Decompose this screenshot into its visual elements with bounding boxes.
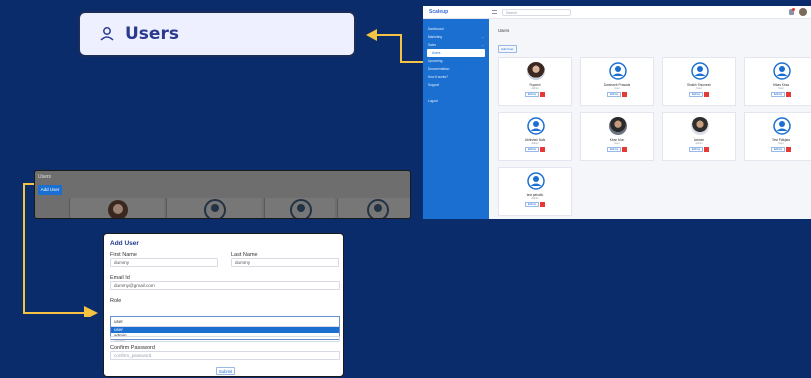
user-role: Admin bbox=[531, 142, 539, 145]
edit-button[interactable]: Edit/Ap bbox=[770, 147, 786, 152]
last-name-field[interactable]: dummy bbox=[231, 258, 339, 267]
user-icon bbox=[609, 62, 627, 80]
chevron-down-icon: ⌄ bbox=[481, 35, 484, 39]
form-title: Add User bbox=[110, 240, 139, 247]
user-icon bbox=[691, 62, 709, 80]
user-card: Kiran Mon User Edit/Ap bbox=[580, 112, 654, 161]
user-icon bbox=[527, 172, 545, 190]
edit-button[interactable]: Edit/Ap bbox=[524, 92, 540, 97]
sidebar-item-marketing[interactable]: Marketing ⌄ bbox=[423, 33, 489, 41]
email-field[interactable]: dummy@gmail.com bbox=[110, 281, 340, 290]
sidebar-item-label: Documentation bbox=[428, 67, 450, 71]
callout-label: Users bbox=[125, 24, 179, 44]
notification-bell-icon[interactable] bbox=[789, 8, 795, 15]
sidebar-item-documentation[interactable]: Documentation bbox=[423, 65, 489, 73]
user-icon bbox=[773, 117, 791, 135]
edit-button[interactable]: Edit/Ap bbox=[606, 147, 622, 152]
sidebar: Dashboard Marketing ⌄ Sales ⌄ Users Upcoming Do… bbox=[423, 19, 489, 219]
delete-icon[interactable] bbox=[540, 147, 546, 152]
sidebar-item-label: Sales bbox=[428, 43, 436, 47]
user-card: Rupesh Admin Edit/Ap bbox=[498, 57, 572, 106]
delete-icon[interactable] bbox=[786, 147, 792, 152]
user-icon bbox=[773, 62, 791, 80]
edit-button[interactable]: Edit/Ap bbox=[606, 92, 622, 97]
avatar-photo bbox=[691, 117, 709, 135]
users-page-screenshot: Scaleup Search Dashboard Marketing ⌄ Sales ⌄… bbox=[423, 6, 811, 219]
sidebar-item-how-it-works[interactable]: How it works? bbox=[423, 73, 489, 81]
user-role: User bbox=[614, 142, 620, 145]
sidebar-item-support[interactable]: Support bbox=[423, 81, 489, 89]
sidebar-item-label: Users bbox=[432, 51, 441, 55]
delete-icon[interactable] bbox=[540, 92, 546, 97]
sidebar-item-upcoming[interactable]: Upcoming bbox=[423, 57, 489, 65]
sidebar-item-label: Dashboard bbox=[428, 27, 444, 31]
arrow-to-callout bbox=[366, 29, 426, 63]
password-field[interactable]: •••••••• bbox=[110, 336, 340, 342]
search-input[interactable]: Search bbox=[502, 9, 571, 16]
users-callout: Users bbox=[78, 11, 356, 57]
user-card: test pahalto Admin Edit/Ap bbox=[498, 167, 572, 216]
user-icon bbox=[367, 199, 389, 218]
delete-icon[interactable] bbox=[704, 147, 710, 152]
delete-icon[interactable] bbox=[786, 92, 792, 97]
user-role: User bbox=[778, 142, 784, 145]
delete-icon[interactable] bbox=[540, 202, 546, 207]
user-icon bbox=[290, 199, 312, 218]
user-card: Ashwin Admin Edit/Ap bbox=[662, 112, 736, 161]
user-role: User bbox=[614, 87, 620, 90]
arrow-to-form bbox=[23, 183, 98, 317]
strip-card bbox=[264, 198, 335, 218]
avatar-photo bbox=[527, 62, 545, 80]
strip-title: Users bbox=[38, 174, 52, 180]
page-title: Users bbox=[498, 28, 510, 33]
edit-button[interactable]: Edit/Ap bbox=[688, 92, 704, 97]
first-name-field[interactable]: dummy bbox=[110, 258, 218, 267]
app-logo: Scaleup bbox=[429, 9, 449, 15]
chevron-down-icon: ⌄ bbox=[481, 43, 484, 47]
user-role: Admin bbox=[531, 197, 539, 200]
confirm-password-field[interactable]: confirm_password bbox=[110, 351, 340, 360]
edit-button[interactable]: Edit/Ap bbox=[688, 147, 704, 152]
role-label: Role bbox=[110, 298, 122, 304]
sidebar-item-label: Marketing bbox=[428, 35, 442, 39]
sidebar-item-label: Upcoming bbox=[428, 59, 443, 63]
user-card: Test Palkjala User Edit/Ap bbox=[744, 112, 811, 161]
sidebar-item-label: How it works? bbox=[428, 75, 448, 79]
user-icon bbox=[204, 199, 226, 218]
user-icon bbox=[527, 117, 545, 135]
edit-button[interactable]: Edit/Ap bbox=[524, 202, 540, 207]
user-avatar[interactable] bbox=[799, 8, 807, 16]
add-user-button[interactable]: Add User bbox=[498, 45, 517, 53]
user-card: Shaikh Shumesh User Edit/Ap bbox=[662, 57, 736, 106]
sidebar-item-sales[interactable]: Sales ⌄ bbox=[423, 41, 489, 49]
user-card: Hikas Kirsa User Edit/Ap bbox=[744, 57, 811, 106]
edit-button[interactable]: Edit/Ap bbox=[524, 147, 540, 152]
hamburger-icon[interactable] bbox=[492, 10, 497, 14]
user-card: Abhishek Naik Admin Edit/Ap bbox=[498, 112, 572, 161]
strip-card bbox=[337, 198, 410, 218]
avatar-photo-icon bbox=[108, 200, 128, 218]
top-bar: Scaleup Search bbox=[423, 6, 811, 19]
sidebar-item-logout[interactable]: Logout bbox=[423, 97, 489, 105]
sidebar-item-label: Support bbox=[428, 83, 440, 87]
delete-icon[interactable] bbox=[704, 92, 710, 97]
sidebar-item-users[interactable]: Users bbox=[427, 49, 485, 57]
strip-card bbox=[166, 198, 262, 218]
avatar-photo bbox=[609, 117, 627, 135]
user-card: Darshanb Prasads User Edit/Ap bbox=[580, 57, 654, 106]
sidebar-item-label: Logout bbox=[428, 99, 438, 103]
add-user-form: Add User First Name dummy Last Name dumm… bbox=[103, 233, 344, 377]
user-role: Admin bbox=[531, 87, 539, 90]
edit-button[interactable]: Edit/Ap bbox=[770, 92, 786, 97]
user-role: User bbox=[778, 87, 784, 90]
user-role: Admin bbox=[695, 142, 703, 145]
main-content: Users Add User Rupesh Admin Edit/Ap Darshan… bbox=[489, 19, 811, 219]
role-selected-value[interactable]: user bbox=[111, 317, 339, 327]
submit-button[interactable]: Submit bbox=[216, 367, 235, 375]
delete-icon[interactable] bbox=[622, 147, 628, 152]
sidebar-item-dashboard[interactable]: Dashboard bbox=[423, 25, 489, 33]
user-role: User bbox=[696, 87, 702, 90]
user-icon bbox=[100, 27, 114, 41]
delete-icon[interactable] bbox=[622, 92, 628, 97]
